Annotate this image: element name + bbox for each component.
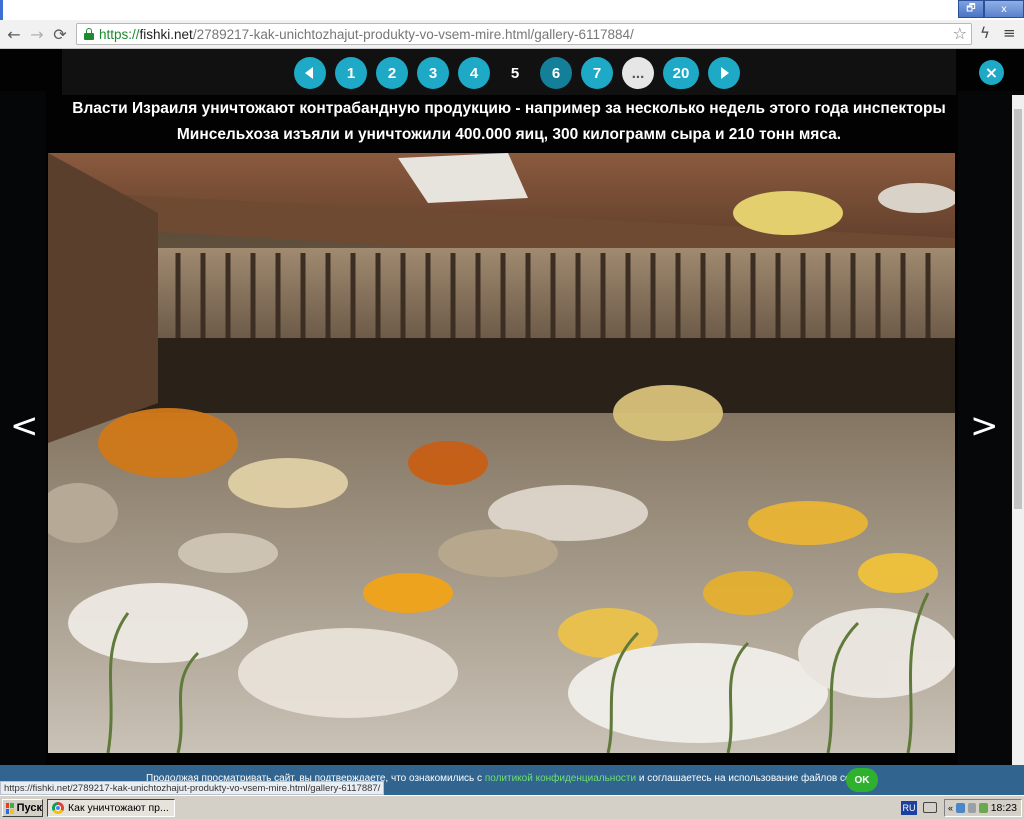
photo-caption: Власти Израиля уничтожают контрабандную … bbox=[72, 100, 946, 143]
url-text[interactable]: https://fishki.net/2789217-kak-unichtozh… bbox=[99, 27, 634, 42]
bookmark-star-icon[interactable]: ☆ bbox=[953, 24, 967, 43]
start-button[interactable]: Пуск bbox=[2, 799, 43, 817]
taskbar-window-title: Как уничтожают пр... bbox=[68, 802, 169, 814]
screen: 🗗 x ← → ⟳ https://fishki.net/2789217-kak… bbox=[0, 0, 1024, 819]
url-host: fishki.net bbox=[139, 27, 193, 42]
gallery-next-arrow[interactable]: > bbox=[970, 409, 999, 443]
close-window-button[interactable]: x bbox=[984, 0, 1024, 18]
url-scheme: https:// bbox=[99, 27, 140, 42]
clock: 18:23 bbox=[990, 802, 1017, 814]
gallery-close-button[interactable]: × bbox=[979, 60, 1004, 85]
extension-icon[interactable]: ϟ bbox=[980, 24, 990, 42]
reload-icon[interactable]: ⟳ bbox=[50, 24, 70, 44]
security-icon[interactable] bbox=[979, 803, 988, 813]
privacy-policy-link[interactable]: политикой конфиденциальности bbox=[485, 773, 636, 784]
page-scrollbar[interactable] bbox=[1012, 95, 1024, 765]
pager-page-6[interactable]: 6 bbox=[540, 57, 572, 89]
browser-toolbar: ← → ⟳ https://fishki.net/2789217-kak-uni… bbox=[0, 20, 1024, 49]
start-label: Пуск bbox=[16, 802, 42, 814]
pager-page-1[interactable]: 1 bbox=[335, 57, 367, 89]
network-icon[interactable] bbox=[956, 803, 965, 813]
language-indicator[interactable]: RU bbox=[901, 801, 917, 815]
windows-logo-icon bbox=[6, 802, 14, 814]
pager-page-last[interactable]: 20 bbox=[663, 57, 699, 89]
pager-page-current: 5 bbox=[510, 64, 520, 82]
restore-button[interactable]: 🗗 bbox=[958, 0, 984, 18]
system-tray: « 18:23 bbox=[944, 799, 1022, 817]
gallery-pager: 1 2 3 4 5 6 7 ... 20 bbox=[294, 57, 740, 89]
chrome-icon bbox=[52, 802, 64, 814]
url-path: /2789217-kak-unichtozhajut-produkty-vo-v… bbox=[192, 27, 634, 42]
keyboard-icon[interactable] bbox=[923, 802, 937, 813]
volume-icon[interactable] bbox=[967, 803, 977, 813]
pager-page-7[interactable]: 7 bbox=[581, 57, 613, 89]
tray-expand-icon[interactable]: « bbox=[948, 803, 953, 813]
gallery-overlay: 1 2 3 4 5 6 7 ... 20 × Власти Израиля ун… bbox=[0, 49, 1024, 765]
window-controls: 🗗 x bbox=[958, 0, 1024, 18]
scrollbar-thumb[interactable] bbox=[1014, 109, 1022, 509]
photo-illustration bbox=[48, 153, 955, 753]
pager-next-button[interactable] bbox=[708, 57, 740, 89]
status-bar-url: https://fishki.net/2789217-kak-unichtozh… bbox=[0, 781, 385, 795]
pager-page-4[interactable]: 4 bbox=[458, 57, 490, 89]
cookie-text-after: и соглашаетесь на использование файлов c… bbox=[636, 773, 872, 784]
window-title-bar: 🗗 x bbox=[0, 0, 1024, 20]
gallery-photo[interactable] bbox=[48, 153, 955, 753]
pager-prev-button[interactable] bbox=[294, 57, 326, 89]
windows-taskbar: Пуск Как уничтожают пр... RU « 18:23 bbox=[0, 795, 1024, 819]
gallery-prev-arrow[interactable]: < bbox=[10, 409, 39, 443]
pager-page-2[interactable]: 2 bbox=[376, 57, 408, 89]
triangle-right-icon bbox=[721, 67, 729, 79]
forward-icon[interactable]: → bbox=[27, 24, 47, 44]
taskbar-chrome-window[interactable]: Как уничтожают пр... bbox=[47, 799, 175, 817]
window-frame-edge bbox=[0, 0, 3, 20]
menu-icon[interactable]: ≡ bbox=[1003, 24, 1016, 42]
cookie-ok-button[interactable]: OK bbox=[846, 768, 878, 792]
lock-icon bbox=[84, 28, 94, 40]
triangle-left-icon bbox=[305, 67, 313, 79]
back-icon[interactable]: ← bbox=[4, 24, 24, 44]
address-bar[interactable]: https://fishki.net/2789217-kak-unichtozh… bbox=[76, 23, 972, 45]
pager-page-3[interactable]: 3 bbox=[417, 57, 449, 89]
pager-more-button[interactable]: ... bbox=[622, 57, 654, 89]
